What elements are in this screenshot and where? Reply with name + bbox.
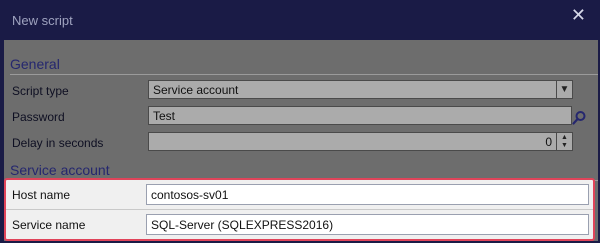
section-general-heading: General bbox=[10, 56, 60, 72]
service-name-field[interactable]: SQL-Server (SQLEXPRESS2016) bbox=[146, 214, 589, 235]
script-type-label: Script type bbox=[12, 84, 69, 98]
spin-arrows-icon[interactable]: ▲ ▼ bbox=[556, 133, 572, 150]
password-value: Test bbox=[153, 109, 176, 123]
delay-label: Delay in seconds bbox=[12, 136, 104, 150]
window-title: New script bbox=[12, 13, 73, 28]
chevron-down-icon[interactable]: ▼ bbox=[556, 81, 572, 98]
delay-stepper[interactable]: 0 ▲ ▼ bbox=[148, 132, 573, 151]
delay-value: 0 bbox=[545, 135, 552, 149]
host-name-value: contosos-sv01 bbox=[151, 188, 229, 202]
host-name-field[interactable]: contosos-sv01 bbox=[146, 184, 589, 205]
close-icon[interactable]: ✕ bbox=[571, 6, 586, 24]
service-name-row: Service name SQL-Server (SQLEXPRESS2016) bbox=[6, 210, 593, 239]
search-icon[interactable] bbox=[571, 110, 587, 126]
service-name-label: Service name bbox=[12, 218, 86, 232]
host-name-row: Host name contosos-sv01 bbox=[6, 180, 593, 209]
host-name-label: Host name bbox=[12, 188, 71, 202]
window-titlebar: New script ✕ bbox=[0, 0, 600, 40]
service-name-value: SQL-Server (SQLEXPRESS2016) bbox=[151, 218, 334, 232]
script-type-value: Service account bbox=[153, 83, 239, 97]
section-general-divider bbox=[10, 74, 598, 75]
service-account-highlight: Host name contosos-sv01 Service name SQL… bbox=[4, 178, 595, 241]
section-service-account-heading: Service account bbox=[10, 162, 110, 178]
script-type-select[interactable]: Service account ▼ bbox=[148, 80, 573, 99]
password-field[interactable]: Test bbox=[148, 106, 572, 125]
password-label: Password bbox=[12, 110, 65, 124]
